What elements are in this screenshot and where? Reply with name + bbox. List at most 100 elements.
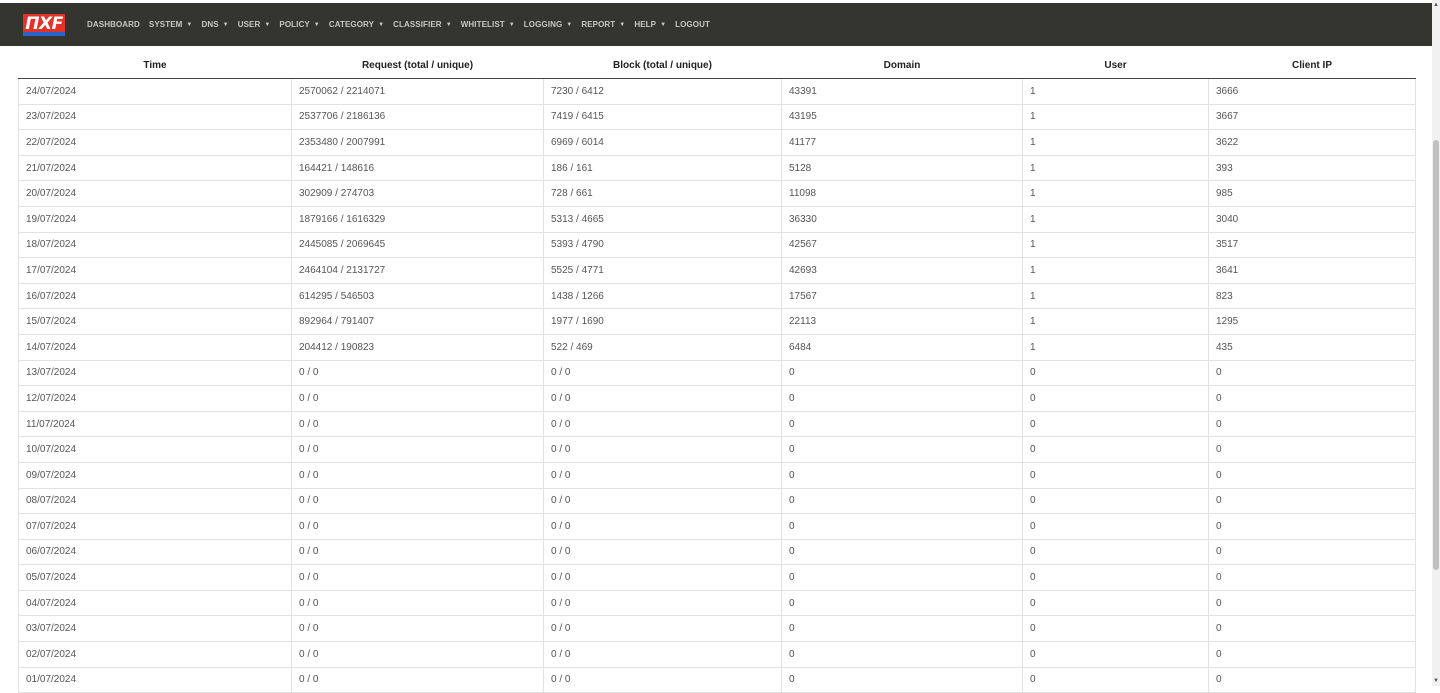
table-cell: 3641 — [1208, 257, 1416, 284]
table-cell: 0 — [1022, 666, 1209, 693]
table-cell: 1295 — [1208, 308, 1416, 335]
nav-item-help[interactable]: HELP ▼ — [634, 20, 666, 29]
table-cell: 18/07/2024 — [18, 231, 292, 259]
nav-item-logging[interactable]: LOGGING ▼ — [524, 20, 573, 29]
table-cell: 43391 — [781, 78, 1023, 105]
caret-down-icon: ▼ — [619, 21, 626, 28]
table-cell: 7419 / 6415 — [543, 103, 782, 131]
table-row: 13/07/2024 0 / 00 / 0000 — [18, 359, 1416, 387]
table-cell: 0 — [1022, 615, 1209, 643]
nav-item-category[interactable]: CATEGORY ▼ — [329, 20, 384, 29]
scroll-thumb[interactable] — [1433, 140, 1439, 570]
table-row: 06/07/2024 0 / 00 / 0000 — [18, 538, 1416, 566]
table-cell: 0 — [781, 385, 1023, 412]
vertical-scrollbar[interactable]: ▲ ▼ — [1432, 0, 1440, 686]
brand-logo[interactable]: ΠXF — [23, 13, 65, 36]
table-body: 24/07/2024 2570062 / 2214071 7230 / 6412 43… — [18, 78, 1416, 693]
nav-item-logout[interactable]: LOGOUT — [675, 20, 710, 29]
caret-down-icon: ▼ — [222, 21, 229, 28]
table-cell: 0 / 0 — [291, 666, 544, 693]
nav-item-dashboard[interactable]: DASHBOARD — [87, 20, 140, 29]
table-row: 01/07/2024 0 / 00 / 0000 — [18, 666, 1416, 693]
table-cell: 0 — [1022, 589, 1209, 617]
table-cell: 0 — [1208, 461, 1416, 489]
column-header[interactable]: User — [1022, 53, 1209, 79]
table-cell: 22113 — [781, 308, 1023, 335]
report-table: Time Request (total / unique) Block (total… — [18, 53, 1416, 693]
table-row: 16/07/2024 614295 / 546503 1438 / 1266 1756… — [18, 282, 1416, 310]
table-cell: 11098 — [781, 180, 1023, 207]
table-cell: 6484 — [781, 333, 1023, 361]
table-cell: 1977 / 1690 — [543, 308, 782, 335]
table-cell: 42693 — [781, 257, 1023, 284]
nav-item-policy[interactable]: POLICY ▼ — [279, 20, 319, 29]
table-cell: 0 — [781, 589, 1023, 617]
table-cell: 3622 — [1208, 129, 1416, 156]
table-cell: 0 — [1022, 410, 1209, 438]
table-cell: 0 — [1022, 564, 1209, 591]
table-cell: 0 / 0 — [291, 615, 544, 643]
table-cell: 5313 / 4665 — [543, 205, 782, 233]
column-header[interactable]: Request (total / unique) — [291, 53, 544, 79]
table-cell: 1 — [1022, 129, 1209, 156]
table-cell: 17567 — [781, 282, 1023, 310]
nav-item-report[interactable]: REPORT ▼ — [581, 20, 625, 29]
nav-item-system[interactable]: SYSTEM ▼ — [149, 20, 193, 29]
table-cell: 03/07/2024 — [18, 615, 292, 643]
caret-down-icon: ▼ — [508, 21, 515, 28]
table-cell: 1 — [1022, 282, 1209, 310]
table-cell: 0 / 0 — [543, 410, 782, 438]
table-row: 07/07/2024 0 / 00 / 0000 — [18, 513, 1416, 540]
table-cell: 1879166 / 1616329 — [291, 205, 544, 233]
table-row: 04/07/2024 0 / 00 / 0000 — [18, 589, 1416, 617]
table-cell: 0 / 0 — [291, 487, 544, 515]
table-cell: 21/07/2024 — [18, 154, 292, 182]
table-cell: 15/07/2024 — [18, 308, 292, 335]
table-cell: 06/07/2024 — [18, 538, 292, 566]
table-cell: 3040 — [1208, 205, 1416, 233]
caret-down-icon: ▼ — [445, 21, 452, 28]
top-navbar: ΠXF DASHBOARD SYSTEM ▼ DNS ▼ USER ▼ POLICY ▼ CATE… — [0, 3, 1432, 46]
column-header[interactable]: Block (total / unique) — [543, 53, 782, 79]
nav-item-label: WHITELIST — [460, 20, 505, 29]
table-cell: 1 — [1022, 154, 1209, 182]
column-header[interactable]: Client IP — [1208, 53, 1416, 79]
table-cell: 0 / 0 — [291, 410, 544, 438]
nav-item-label: USER — [237, 20, 261, 29]
table-cell: 1 — [1022, 103, 1209, 131]
table-cell: 22/07/2024 — [18, 129, 292, 156]
scroll-down-arrow-icon[interactable]: ▼ — [1432, 676, 1440, 686]
table-cell: 05/07/2024 — [18, 564, 292, 591]
table-cell: 41177 — [781, 129, 1023, 156]
table-cell: 0 — [781, 564, 1023, 591]
table-cell: 1 — [1022, 257, 1209, 284]
column-header[interactable]: Time — [18, 53, 292, 79]
table-cell: 0 — [1208, 641, 1416, 668]
table-cell: 435 — [1208, 333, 1416, 361]
table-cell: 09/07/2024 — [18, 461, 292, 489]
nav-item-classifier[interactable]: CLASSIFIER ▼ — [393, 20, 452, 29]
scroll-up-arrow-icon[interactable]: ▲ — [1432, 0, 1440, 10]
table-cell: 2537706 / 2186136 — [291, 103, 544, 131]
table-cell: 0 — [1022, 436, 1209, 463]
table-cell: 0 — [1022, 487, 1209, 515]
table-cell: 0 — [781, 641, 1023, 668]
column-header[interactable]: Domain — [781, 53, 1023, 79]
table-cell: 0 / 0 — [543, 666, 782, 693]
table-cell: 42567 — [781, 231, 1023, 259]
table-row: 24/07/2024 2570062 / 2214071 7230 / 6412 43… — [18, 78, 1416, 105]
table-cell: 164421 / 148616 — [291, 154, 544, 182]
table-cell: 2445085 / 2069645 — [291, 231, 544, 259]
nav-item-whitelist[interactable]: WHITELIST ▼ — [461, 20, 515, 29]
table-cell: 0 / 0 — [543, 589, 782, 617]
table-cell: 0 — [781, 359, 1023, 387]
caret-down-icon: ▼ — [186, 21, 193, 28]
nav-item-label: HELP — [634, 20, 657, 29]
nav-item-user[interactable]: USER ▼ — [238, 20, 271, 29]
table-cell: 0 / 0 — [291, 461, 544, 489]
table-row: 17/07/2024 2464104 / 2131727 5525 / 4771 42… — [18, 257, 1416, 284]
table-cell: 10/07/2024 — [18, 436, 292, 463]
nav-item-dns[interactable]: DNS ▼ — [201, 20, 228, 29]
table-cell: 0 / 0 — [543, 436, 782, 463]
table-cell: 11/07/2024 — [18, 410, 292, 438]
